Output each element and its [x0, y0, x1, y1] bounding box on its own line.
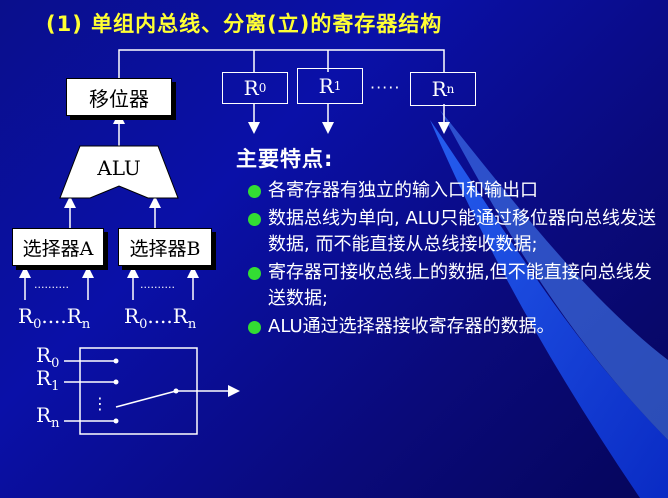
features-list: 各寄存器有独立的输入口和输出口 数据总线为单向, ALU只能通过移位器向总线发送… [248, 178, 658, 342]
selector-b-label: 选择器B [129, 237, 201, 260]
selector-b-input-dots: .......... [140, 278, 175, 291]
bullet-dot-icon [248, 185, 261, 198]
bullet-dot-icon [248, 267, 261, 280]
register-rn: Rn [410, 72, 476, 106]
switch-vertical-dots: ⋮ [92, 394, 108, 413]
bullet-dot-icon [248, 213, 261, 226]
features-heading: 主要特点: [236, 147, 334, 171]
switch-input-r1: R1 [36, 366, 60, 394]
shifter-label: 移位器 [89, 86, 149, 111]
selector-a-input-dots: .......... [34, 278, 69, 291]
register-r1: R1 [297, 68, 363, 104]
selector-a-label: 选择器A [22, 237, 94, 260]
selector-a-inputs-label: R0....Rn [18, 304, 91, 332]
shifter-box: 移位器 [66, 78, 172, 116]
slide: (1) 单组内总线、分离(立)的寄存器结构 移位器 ALU R 0 R 1 ··… [0, 0, 668, 498]
selector-b-box: 选择器B [118, 228, 212, 266]
feature-item: ALU通过选择器接收寄存器的数据。 [248, 314, 658, 340]
feature-item: 各寄存器有独立的输入口和输出口 [248, 178, 658, 204]
selector-b-inputs-label: R0....Rn [124, 304, 197, 332]
register-ellipsis: ····· [370, 78, 401, 97]
bullet-dot-icon [248, 321, 261, 334]
selector-a-box: 选择器A [12, 228, 104, 266]
alu-label: ALU [97, 156, 141, 180]
register-r0: R0 [222, 72, 288, 104]
feature-item: 数据总线为单向, ALU只能通过移位器向总线发送数据, 而不能直接从总线接收数据… [248, 206, 658, 258]
feature-item: 寄存器可接收总线上的数据,但不能直接向总线发送数据; [248, 260, 658, 312]
switch-input-rn: Rn [36, 403, 60, 431]
